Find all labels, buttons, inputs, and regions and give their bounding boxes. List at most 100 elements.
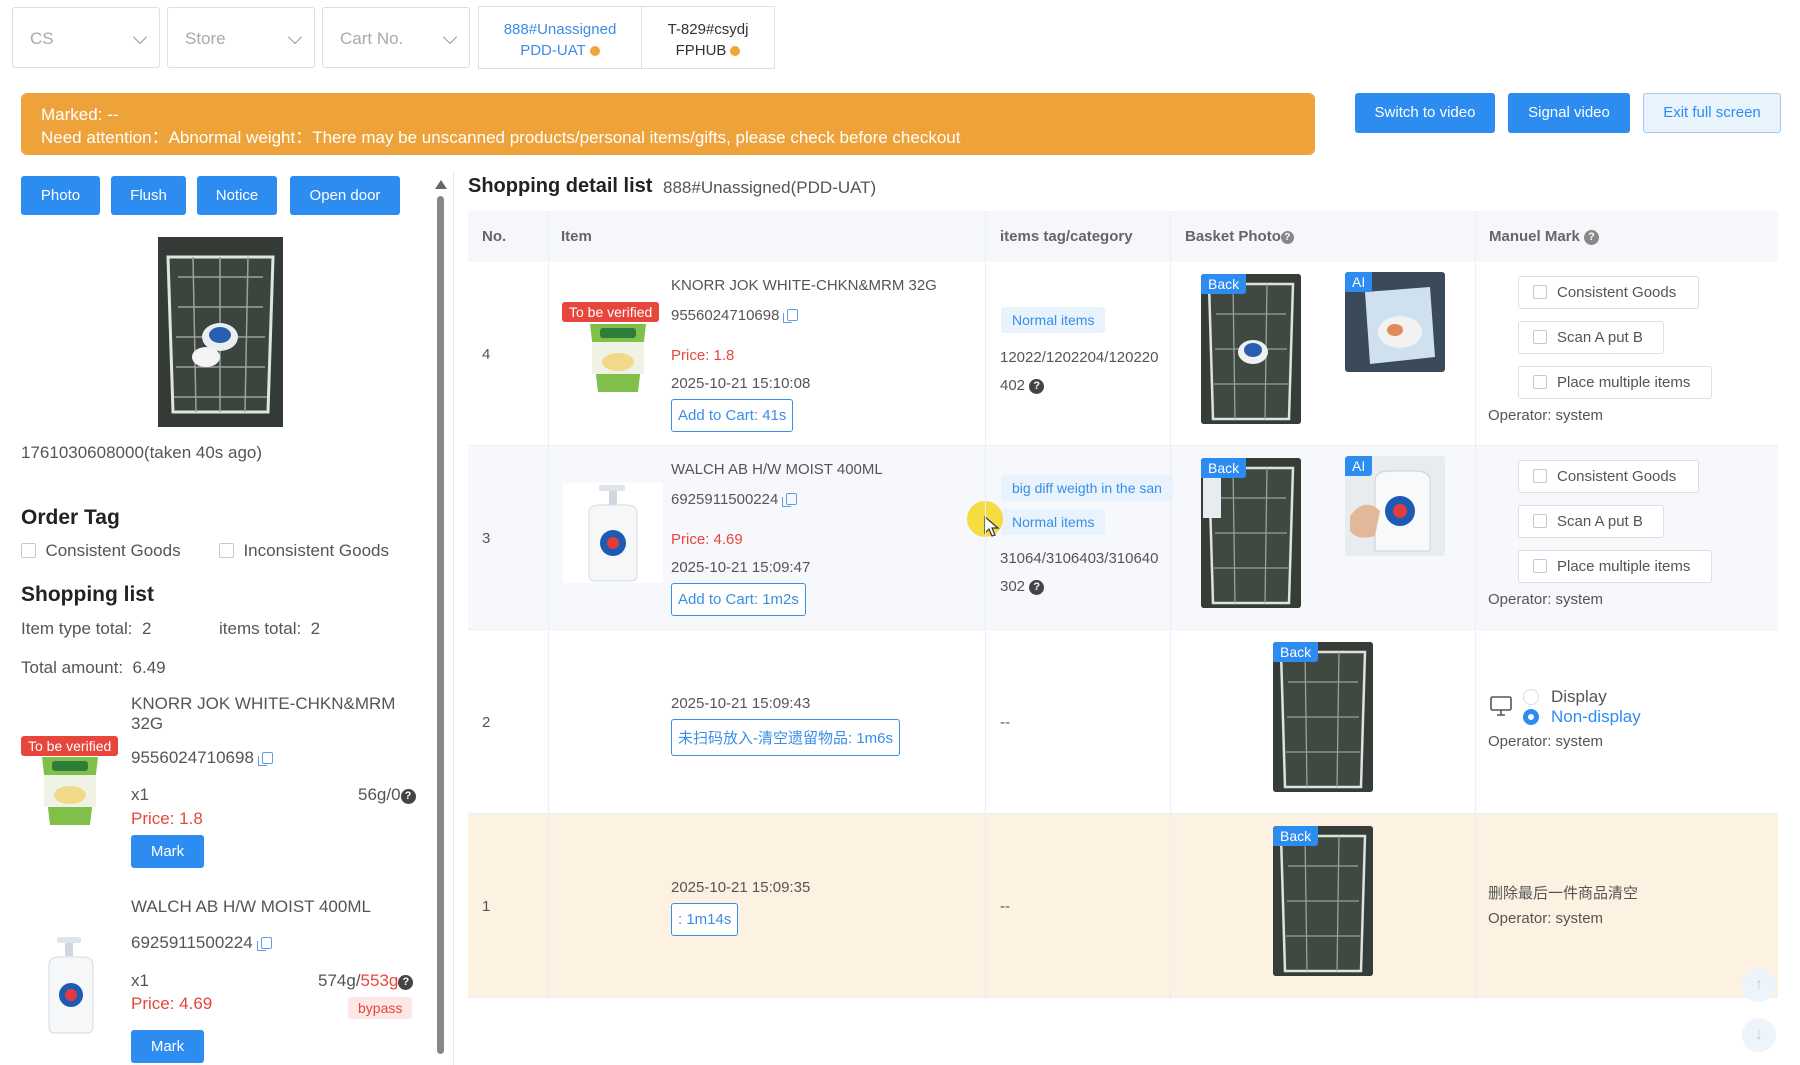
exit-full-screen-button[interactable]: Exit full screen <box>1643 93 1781 133</box>
cs-select-placeholder: CS <box>30 29 54 48</box>
table-row: 4 To be verified KNORR JOK WHITE-CHKN&MR… <box>468 262 1778 446</box>
arrow-up-icon: ↑ <box>1755 976 1763 993</box>
panel-divider <box>453 172 454 1065</box>
store-select-placeholder: Store <box>185 29 226 48</box>
help-icon[interactable]: ? <box>1584 230 1600 245</box>
cart-duration-tag[interactable]: : 1m14s <box>671 903 739 936</box>
ai-label: AI <box>1345 272 1373 292</box>
order-tag-inconsistent[interactable]: Inconsistent Goods <box>219 541 389 561</box>
total-amount-label: Total amount: <box>21 658 124 677</box>
add-to-cart-tag[interactable]: Add to Cart: 1m2s <box>671 583 806 616</box>
tab-pdd-uat[interactable]: 888#Unassigned PDD-UAT <box>478 6 642 69</box>
flush-button[interactable]: Flush <box>111 176 186 215</box>
tab-fphub[interactable]: T-829#csydj FPHUB <box>641 6 775 69</box>
display-label: Display <box>1551 687 1607 706</box>
col-divider <box>1170 211 1171 1001</box>
store-select[interactable]: Store <box>167 7 315 68</box>
row-no: 1 <box>482 898 491 915</box>
mark-place-multiple[interactable]: Place multiple items <box>1518 366 1712 399</box>
walch-bottle-image <box>588 485 638 582</box>
basket-back-photo[interactable]: Back <box>1273 642 1373 792</box>
copy-icon[interactable] <box>256 937 272 951</box>
category-tag: big diff weigth in the san <box>1001 475 1173 501</box>
col-item: Item <box>561 228 592 245</box>
help-icon[interactable]: ? <box>1280 231 1294 244</box>
category-code-b-text: 302 <box>1000 578 1026 595</box>
ai-photo[interactable]: AI <box>1345 272 1445 372</box>
notice-button[interactable]: Notice <box>197 176 277 215</box>
order-tag-consistent[interactable]: Consistent Goods <box>21 541 181 561</box>
operator-text: Operator: system <box>1488 733 1604 750</box>
barcode-text: 9556024710698 <box>131 748 254 767</box>
mark-place-multiple[interactable]: Place multiple items <box>1518 550 1712 583</box>
checkbox-icon <box>1533 514 1547 528</box>
mark-consistent-goods[interactable]: Consistent Goods <box>1518 276 1699 309</box>
detail-title: Shopping detail list <box>468 175 653 197</box>
table-row: 1 2025-10-21 15:09:35 : 1m14s -- Back 删除… <box>468 814 1778 998</box>
ai-label: AI <box>1345 456 1373 476</box>
help-icon[interactable]: ? <box>398 975 414 990</box>
cart-no-select[interactable]: Cart No. <box>322 7 470 68</box>
help-icon[interactable]: ? <box>400 789 416 804</box>
items-total: items total: 2 <box>219 619 320 639</box>
copy-icon[interactable] <box>782 493 798 507</box>
list-item-qty: x1 <box>131 971 149 990</box>
attention-banner: Marked: -- Need attention：Abnormal weigh… <box>21 93 1315 155</box>
mark-scan-a-put-b[interactable]: Scan A put B <box>1518 321 1664 354</box>
cs-select[interactable]: CS <box>12 7 160 68</box>
non-display-radio[interactable]: Non-display <box>1523 707 1641 727</box>
arrow-down-icon: ↓ <box>1755 1026 1763 1043</box>
add-to-cart-tag[interactable]: Add to Cart: 41s <box>671 399 794 432</box>
basket-image <box>1273 642 1373 792</box>
category-tag: Normal items <box>1001 509 1106 535</box>
col-tag: items tag/category <box>1000 228 1133 245</box>
category-code-b: 402 ? <box>1000 377 1045 394</box>
monitor-icon <box>1490 696 1512 716</box>
list-item-barcode: 9556024710698 <box>131 748 273 768</box>
table-header: No. Item items tag/category Basket Photo… <box>468 211 1778 262</box>
ai-photo[interactable]: AI <box>1345 456 1445 556</box>
mark-label: Consistent Goods <box>1557 284 1677 301</box>
col-mark-label: Manuel Mark <box>1489 228 1580 245</box>
signal-video-button[interactable]: Signal video <box>1508 93 1630 133</box>
row-dash: -- <box>1000 714 1010 731</box>
help-icon[interactable]: ? <box>1029 580 1045 595</box>
basket-back-photo[interactable]: Back <box>1273 826 1373 976</box>
product-thumbnail <box>563 483 663 583</box>
scroll-bottom-button[interactable]: ↓ <box>1742 1018 1776 1052</box>
open-door-button[interactable]: Open door <box>290 176 400 215</box>
copy-icon[interactable] <box>783 309 799 323</box>
basket-image <box>1201 458 1301 608</box>
left-scrollbar[interactable] <box>437 196 444 1054</box>
status-dot <box>730 46 741 56</box>
mark-button[interactable]: Mark <box>131 835 204 868</box>
mark-scan-a-put-b[interactable]: Scan A put B <box>1518 505 1664 538</box>
photo-button[interactable]: Photo <box>21 176 100 215</box>
help-icon[interactable]: ? <box>1029 379 1045 394</box>
unscanned-tag[interactable]: 未扫码放入-清空遗留物品: 1m6s <box>671 719 901 756</box>
row-price: Price: 4.69 <box>671 531 743 548</box>
row-price: Price: 1.8 <box>671 347 735 364</box>
back-label: Back <box>1273 826 1319 846</box>
scroll-top-button[interactable]: ↑ <box>1742 968 1776 1002</box>
col-divider <box>1475 211 1476 1001</box>
checkbox-icon <box>21 543 36 558</box>
tab-line2: FPHUB <box>675 42 727 59</box>
operator-text: Operator: system <box>1488 910 1604 927</box>
basket-back-photo[interactable]: Back <box>1201 458 1301 608</box>
copy-icon[interactable] <box>257 752 273 766</box>
mark-consistent-goods[interactable]: Consistent Goods <box>1518 460 1699 493</box>
order-tag-label: Inconsistent Goods <box>243 541 389 560</box>
shopping-list-title: Shopping list <box>21 583 154 606</box>
tab-line2: PDD-UAT <box>520 42 586 59</box>
switch-video-button[interactable]: Switch to video <box>1355 93 1495 133</box>
checkbox-icon <box>219 543 234 558</box>
row-time: 2025-10-21 15:09:47 <box>671 559 811 576</box>
row-no: 4 <box>482 346 491 363</box>
basket-back-photo[interactable]: Back <box>1201 274 1301 424</box>
mark-button[interactable]: Mark <box>131 1030 204 1063</box>
cart-live-photo[interactable] <box>158 237 283 427</box>
display-radio[interactable]: Display <box>1523 687 1607 707</box>
attention-text: Need attention：Abnormal weight：There may… <box>41 128 961 147</box>
scroll-up-arrow-icon[interactable] <box>435 180 447 189</box>
